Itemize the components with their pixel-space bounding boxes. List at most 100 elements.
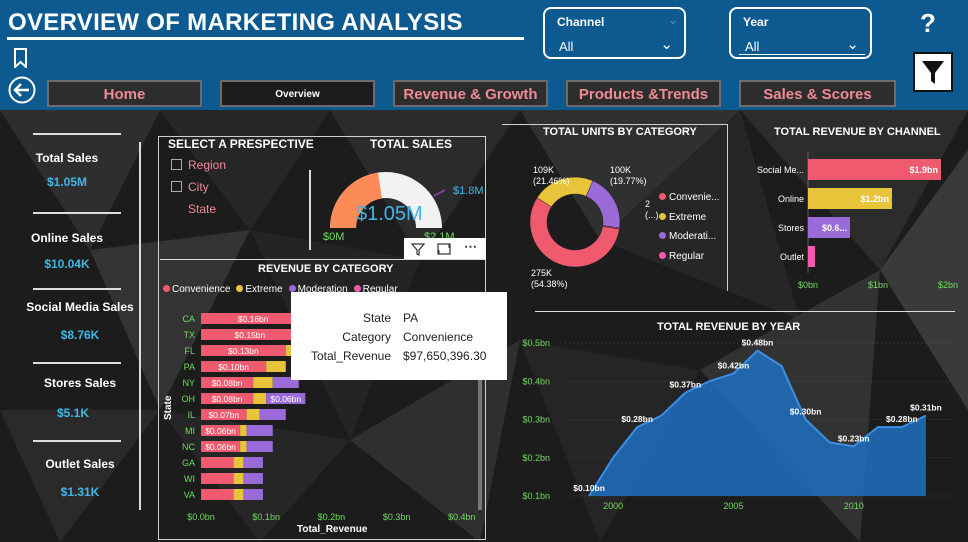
legend-label: Extreme <box>245 284 283 295</box>
data-label: $0.16bn <box>238 314 269 324</box>
x-tick-label: 2010 <box>844 501 864 511</box>
channel-selected-value: All <box>559 39 574 54</box>
units-by-category-legend: Convenie... Extreme Moderati... Regular <box>659 192 720 270</box>
more-options-icon[interactable]: ⋯ <box>464 239 477 255</box>
bar-segment <box>233 489 244 500</box>
revenue-by-category-title: REVENUE BY CATEGORY <box>258 263 394 275</box>
nav-revenue-growth-button[interactable]: Revenue & Growth <box>393 80 548 107</box>
channel-slicer-label: Channel <box>557 15 605 29</box>
donut-data-label: (...) <box>645 210 659 220</box>
data-label: $0.15bn <box>235 330 266 340</box>
filter-icon[interactable] <box>410 241 426 257</box>
bar-segment <box>243 473 263 484</box>
channel-slicer[interactable]: Channel ⌄ All ⌄ <box>543 7 686 59</box>
revenue-by-channel-title: TOTAL REVENUE BY CHANNEL <box>774 126 941 138</box>
option-label: State <box>188 202 217 216</box>
data-label: $0.07bn <box>208 410 239 420</box>
legend-item[interactable]: Extreme <box>236 284 283 295</box>
y-tick-label: Social Me... <box>757 165 804 175</box>
legend-label: Moderati... <box>669 231 717 242</box>
kpi-social-media-sales-value: $8.76K <box>60 328 100 342</box>
perspective-title: SELECT A PRESPECTIVE <box>168 137 314 151</box>
focus-mode-icon[interactable] <box>436 241 452 257</box>
y-axis-title: State <box>163 395 174 420</box>
units-by-category-title: TOTAL UNITS BY CATEGORY <box>543 126 697 138</box>
x-tick-label: $0.0bn <box>187 512 215 522</box>
perspective-option-state[interactable]: State <box>188 202 216 216</box>
point-data-label: $0.31bn <box>910 403 942 413</box>
bar-segment <box>240 441 247 452</box>
x-tick-label: $0.2bn <box>318 512 346 522</box>
nav-sales-scores-button[interactable]: Sales & Scores <box>739 80 896 107</box>
data-label: $0.08bn <box>212 394 243 404</box>
units-by-category-donut[interactable] <box>527 171 623 273</box>
revenue-by-year-chart[interactable]: $0.1bn $0.2bn $0.3bn $0.4bn $0.5bn $0.10bn $0.… <box>510 335 960 515</box>
kpi-total-sales-value: $1.05M <box>46 175 88 189</box>
y-tick-label: PA <box>184 362 195 372</box>
y-tick-label: NC <box>182 442 195 452</box>
revenue-by-channel-chart[interactable]: Social Me... $1.9bn Online $1.2bn Stores $0.6… <box>740 150 960 295</box>
gauge-value: $1.05M <box>356 203 423 225</box>
divider-line <box>309 170 311 250</box>
kpi-divider <box>33 133 121 135</box>
donut-data-label: (19.77%) <box>610 176 647 186</box>
legend-item[interactable]: Convenience <box>163 284 230 295</box>
help-icon[interactable]: ? <box>920 8 936 39</box>
year-slicer[interactable]: Year All ⌄ <box>729 7 872 59</box>
bar-segment <box>253 393 267 404</box>
tooltip-key: Total_Revenue <box>310 349 391 363</box>
nav-home-button[interactable]: Home <box>47 80 202 107</box>
data-label: $1.2bn <box>860 194 889 204</box>
donut-data-label: (54.38%) <box>531 279 568 289</box>
perspective-option-city[interactable]: City <box>171 180 209 194</box>
tooltip-value: Convenience <box>403 330 474 344</box>
y-tick-label: $0.5bn <box>522 338 550 348</box>
year-dropdown[interactable]: All ⌄ <box>739 33 865 55</box>
kpi-stores-sales-value: $5.1K <box>56 406 90 420</box>
header-bar: OVERVIEW OF MARKETING ANALYSIS Channel ⌄… <box>0 0 968 110</box>
legend-item[interactable]: Moderati... <box>659 231 720 251</box>
y-tick-label: IL <box>187 410 195 420</box>
perspective-option-region[interactable]: Region <box>171 158 226 172</box>
kpi-outlet-sales-value: $1.31K <box>60 485 100 499</box>
x-tick-label: 2000 <box>603 501 623 511</box>
legend-item[interactable]: Convenie... <box>659 192 720 212</box>
bookmark-icon[interactable] <box>13 48 28 68</box>
y-tick-label: Online <box>778 194 804 204</box>
point-data-label: $0.42bn <box>718 361 750 371</box>
checkbox[interactable] <box>171 159 182 170</box>
checkbox[interactable] <box>171 181 182 192</box>
y-tick-label: TX <box>183 330 195 340</box>
y-tick-label: CA <box>182 314 195 324</box>
tooltip-value: PA <box>403 311 419 325</box>
nav-products-trends-button[interactable]: Products &Trends <box>566 80 721 107</box>
bar-segment <box>243 457 263 468</box>
kpi-divider <box>33 440 121 442</box>
divider-line <box>535 311 955 312</box>
y-tick-label: NY <box>182 378 195 388</box>
y-tick-label: $0.1bn <box>522 491 550 501</box>
data-label: $0.08bn <box>212 378 243 388</box>
data-label: $0.13bn <box>228 346 259 356</box>
channel-bar <box>808 246 815 267</box>
filter-pane-button[interactable] <box>913 52 953 92</box>
nav-overview-button[interactable]: Overview <box>220 80 375 107</box>
chevron-down-icon: ⌄ <box>660 36 673 53</box>
year-selected-value: All <box>745 39 760 54</box>
donut-data-label: 100K <box>610 165 632 175</box>
legend-item[interactable]: Regular <box>659 251 720 271</box>
data-label: $0.06bn <box>270 394 301 404</box>
y-tick-label: MI <box>185 426 195 436</box>
y-tick-label: Stores <box>778 223 805 233</box>
y-tick-label: WI <box>184 474 195 484</box>
tooltip-value: $97,650,396.30 <box>403 349 487 363</box>
point-data-label: $0.37bn <box>669 380 701 390</box>
legend-item[interactable]: Extreme <box>659 212 720 232</box>
channel-dropdown[interactable]: All ⌄ <box>553 33 679 55</box>
page-title: OVERVIEW OF MARKETING ANALYSIS <box>8 9 463 36</box>
total-sales-gauge-title: TOTAL SALES <box>370 137 453 151</box>
x-tick-label: $0bn <box>798 280 818 290</box>
back-arrow-icon[interactable] <box>8 76 36 104</box>
donut-data-label: 275K <box>531 268 553 278</box>
kpi-divider <box>33 288 121 290</box>
